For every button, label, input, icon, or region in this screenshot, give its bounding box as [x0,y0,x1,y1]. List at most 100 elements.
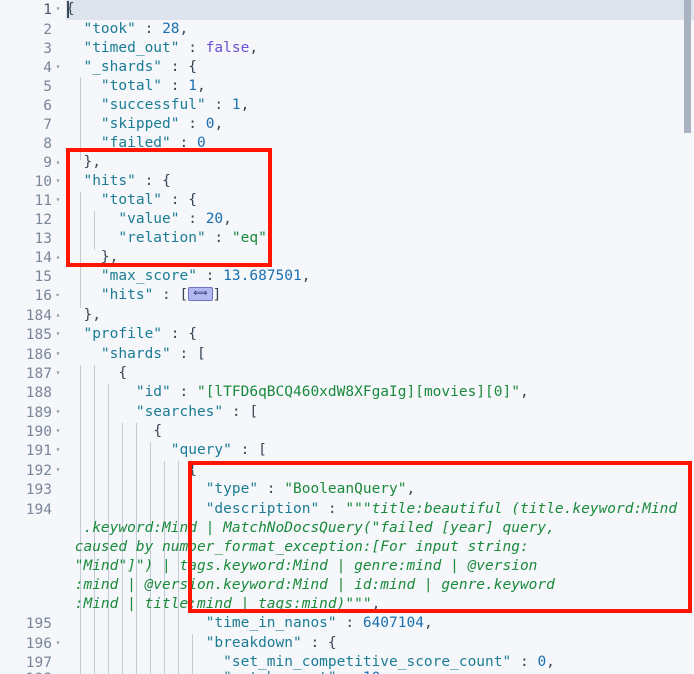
colon: : [301,635,328,651]
brace: } [83,154,93,170]
colon: : [162,326,189,342]
gutter-line-16[interactable]: 16 ▸ [0,286,66,305]
gutter-line-196[interactable]: 196 ▾ [0,634,66,653]
fold-toggle-icon[interactable]: ▾ [52,460,64,479]
code-line-1[interactable]: { [66,0,694,19]
code-line-194-wrap-2[interactable]: caused by number_format_exception:[For i… [66,538,694,557]
code-line-3[interactable]: "timed_out" : false, [66,39,694,58]
gutter-line-195[interactable]: 195· [0,614,66,633]
gutter-line-3[interactable]: 3· [0,39,66,58]
fold-toggle-icon[interactable]: ▾ [52,190,64,209]
code-line-7[interactable]: "skipped" : 0, [66,115,694,134]
gutter-line-15[interactable]: 15· [0,267,66,286]
gutter-line-10[interactable]: 10 ▾ [0,172,66,191]
vertical-scrollbar-thumb[interactable] [684,0,691,133]
code-line-188[interactable]: "id" : "[lTFD6qBCQ460xdW8XFgaIg][movies]… [66,383,694,402]
code-line-195[interactable]: "time_in_nanos" : 6407104, [66,614,694,633]
fold-toggle-icon[interactable]: ▾ [52,57,64,76]
gutter-line-186[interactable]: 186 ▾ [0,345,66,364]
code-line-11[interactable]: "total" : { [66,191,694,210]
vertical-scrollbar[interactable] [680,0,694,674]
code-line-190[interactable]: { [66,422,694,441]
gutter-line-193[interactable]: 193· [0,480,66,499]
code-line-184[interactable]: }, [66,306,694,325]
code-line-5[interactable]: "total" : 1, [66,77,694,96]
code-line-194-wrap-5[interactable]: :Mind | title:mind | tags:mind)""", [66,595,694,614]
fold-toggle-icon[interactable]: ▴ [52,247,64,266]
comma: , [371,596,381,612]
code-line-13[interactable]: "relation" : "eq" [66,229,694,248]
fold-toggle-icon[interactable]: ▾ [52,633,64,652]
fold-toggle-icon[interactable]: ▾ [52,0,64,18]
gutter-line-12[interactable]: 12· [0,210,66,229]
gutter-line-192[interactable]: 192 ▾ [0,461,66,480]
code-line-198[interactable]: "match_count" : 10 [66,669,694,674]
code-line-194[interactable]: "description" : """title:beautiful (titl… [66,500,694,519]
gutter-line-185[interactable]: 185 ▾ [0,325,66,344]
code-line-8[interactable]: "failed" : 0 [66,134,694,153]
code-line-12[interactable]: "value" : 20, [66,210,694,229]
code-line-2[interactable]: "took" : 28, [66,20,694,39]
code-content[interactable]: { "took" : 28, "timed_out" : false, "_sh… [66,0,694,674]
fold-toggle-icon[interactable]: ▾ [52,324,64,343]
gutter-line-14[interactable]: 14 ▴ [0,248,66,267]
gutter-line-188[interactable]: 188· [0,383,66,402]
collapsed-array-fold-widget[interactable]: ⟺ [188,287,213,301]
code-line-194-wrap-1[interactable]: .keyword:Mind | MatchNoDocsQuery("failed… [66,519,694,538]
gutter-line-13[interactable]: 13· [0,229,66,248]
comma: , [406,481,416,497]
gutter-line-9[interactable]: 9 ▴ [0,153,66,172]
code-line-191[interactable]: "query" : [ [66,441,694,460]
gutter-line-1[interactable]: 1 ▾ [0,0,66,19]
gutter-line-6[interactable]: 6· [0,96,66,115]
fold-toggle-icon[interactable]: ▾ [52,440,64,459]
fold-toggle-icon[interactable]: ▴ [52,305,64,324]
code-line-194-wrap-4[interactable]: :mind | @version.keyword:Mind | id:mind … [66,576,694,595]
gutter-line-194[interactable]: 194· [0,500,66,519]
gutter-line-7[interactable]: 7· [0,115,66,134]
code-line-193[interactable]: "type" : "BooleanQuery", [66,480,694,499]
gutter-line-4[interactable]: 4 ▾ [0,58,66,77]
gutter-line-191[interactable]: 191 ▾ [0,441,66,460]
json-number: 13.687501 [223,268,302,284]
code-line-187[interactable]: { [66,364,694,383]
code-line-16[interactable]: "hits" : [⟺] [66,286,694,305]
gutter-line-5[interactable]: 5· [0,77,66,96]
fold-toggle-icon[interactable]: ▾ [52,363,64,382]
fold-toggle-icon[interactable]: ▾ [52,344,64,363]
json-key: "set_min_competitive_score_count" [223,654,512,670]
code-line-189[interactable]: "searches" : [ [66,403,694,422]
code-line-10[interactable]: "hits" : { [66,172,694,191]
code-line-14[interactable]: }, [66,248,694,267]
fold-toggle-icon[interactable]: ▾ [52,171,64,190]
code-line-192[interactable]: { [66,461,694,480]
gutter-line-8[interactable]: 8· [0,134,66,153]
code-line-186[interactable]: "shards" : [ [66,345,694,364]
gutter-line-187[interactable]: 187 ▾ [0,364,66,383]
fold-toggle-icon[interactable]: ▴ [52,152,64,171]
fold-toggle-icon[interactable]: ▸ [52,285,64,304]
fold-toggle-icon[interactable]: ▾ [52,402,64,421]
code-line-9[interactable]: }, [66,153,694,172]
code-line-196[interactable]: "breakdown" : { [66,634,694,653]
gutter-line-190[interactable]: 190 ▾ [0,422,66,441]
line-number-gutter[interactable]: 1▾ 2· 3· 4▾ 5· 6· 7· 8· 9▴ 10▾ 11▾ 12· 1… [0,0,66,674]
gutter-line-2[interactable]: 2· [0,20,66,39]
fold-toggle-icon[interactable]: ▾ [52,421,64,440]
gutter-line-198[interactable]: 198· [0,669,66,674]
code-line-185[interactable]: "profile" : { [66,325,694,344]
gutter-line-11[interactable]: 11 ▾ [0,191,66,210]
json-editor[interactable]: { "took" : 28, "timed_out" : false, "_sh… [0,0,694,674]
brace: { [188,462,197,478]
code-line-4[interactable]: "_shards" : { [66,58,694,77]
code-line-15[interactable]: "max_score" : 13.687501, [66,267,694,286]
code-line-194-wrap-3[interactable]: "Mind"]") | tags.keyword:Mind | genre:mi… [66,557,694,576]
gutter-line-184[interactable]: 184 ▴ [0,306,66,325]
code-line-6[interactable]: "successful" : 1, [66,96,694,115]
gutter-line-189[interactable]: 189 ▾ [0,403,66,422]
line-number: 184 [25,307,52,324]
